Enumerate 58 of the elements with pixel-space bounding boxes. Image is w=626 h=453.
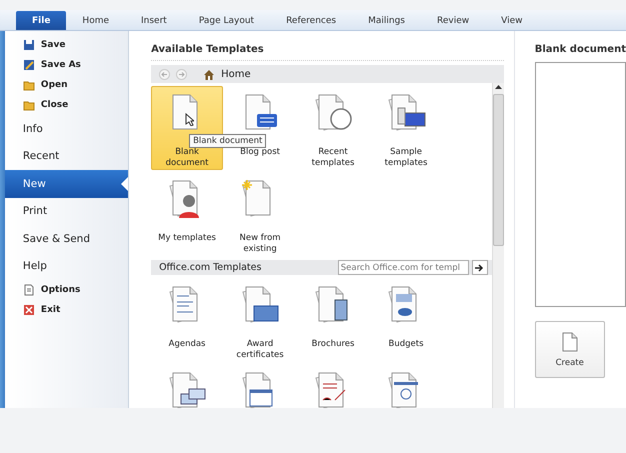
search-button[interactable] (472, 260, 488, 275)
menu-item-label[interactable]: Open (40, 80, 68, 90)
document-icon (22, 284, 35, 296)
ribbon-tab[interactable]: File (16, 11, 66, 30)
preview-title: Blank document (534, 43, 626, 57)
search-field[interactable]: Search Office.com for templ (338, 260, 469, 275)
template-label: Agendas (168, 339, 206, 350)
template-label: Recent templates (310, 147, 356, 169)
menu-item[interactable]: Help (4, 252, 128, 280)
ribbon-tab[interactable]: Insert (125, 11, 183, 30)
menu-item[interactable]: Print (4, 198, 128, 225)
template-label: Brochures (312, 339, 354, 350)
mouse-pointer-icon (185, 113, 194, 126)
menu-item-label[interactable]: Options (40, 285, 80, 295)
template-label: Sample templates (384, 147, 428, 169)
template-tile[interactable]: Brochures (297, 278, 370, 362)
menu-item-label[interactable]: Close (40, 100, 68, 110)
ribbon-tab[interactable]: References (270, 11, 352, 30)
menu-item[interactable]: Save (4, 35, 128, 55)
template-label: Blog post (240, 147, 280, 158)
ribbon-tab[interactable]: Mailings (352, 11, 421, 30)
ribbon-tab[interactable]: Home (66, 11, 125, 30)
section-title: Office.com Templates (159, 262, 262, 273)
right-arrow-icon (475, 264, 484, 272)
folder-icon (22, 99, 35, 111)
menu-item-label[interactable]: Save (40, 40, 66, 50)
template-label: Blank document (164, 147, 210, 169)
floppy-pencil-icon (22, 59, 35, 71)
menu-item[interactable]: Save & Send (4, 225, 128, 252)
home-icon[interactable] (203, 68, 216, 80)
menu-item[interactable]: Exit (4, 300, 128, 320)
tooltip: Blank document (189, 134, 266, 148)
scrollbar[interactable] (492, 83, 504, 408)
page-icon (562, 332, 578, 352)
menu-item-label[interactable]: Exit (40, 305, 60, 315)
template-label: Award certificates (235, 339, 285, 361)
template-tile[interactable]: Budgets (370, 278, 442, 362)
close-icon (22, 304, 35, 316)
menu-item-label[interactable]: Save As (40, 60, 81, 70)
create-button[interactable]: Create (534, 321, 605, 378)
menu-item[interactable]: Options (4, 280, 128, 300)
menu-item[interactable]: Open (4, 75, 128, 95)
breadcrumb-label[interactable]: Home (221, 68, 251, 80)
section-title: Available Templates (151, 31, 504, 61)
menu-item[interactable]: Close (4, 95, 128, 115)
menu-item[interactable]: New (4, 170, 128, 198)
ribbon-tab[interactable]: Page Layout (182, 11, 270, 30)
template-label: Budgets (388, 339, 424, 350)
ribbon-tab[interactable]: Review (420, 11, 486, 30)
template-label: New from existing (238, 233, 282, 255)
template-tile[interactable]: Agendas (151, 278, 224, 362)
menu-item[interactable]: Recent (4, 142, 128, 170)
menu-item[interactable]: Info (4, 115, 128, 142)
template-tile[interactable]: Award certificates (224, 278, 296, 362)
ribbon-tab[interactable]: View (485, 11, 538, 30)
template-label: My templates (158, 233, 216, 244)
folder-icon (22, 79, 35, 91)
menu-item[interactable]: Save As (4, 55, 128, 75)
